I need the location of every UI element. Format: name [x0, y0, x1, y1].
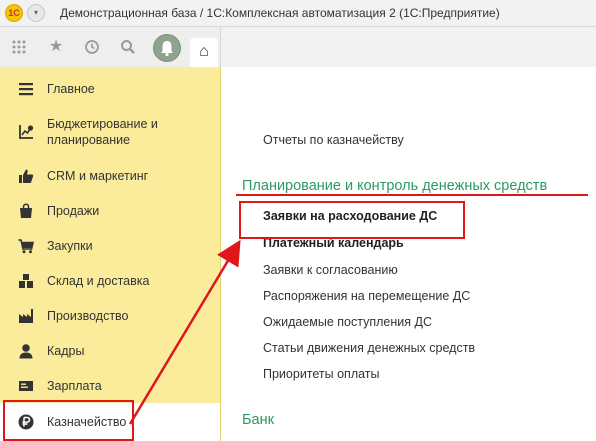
annotation-arrow — [128, 239, 241, 425]
